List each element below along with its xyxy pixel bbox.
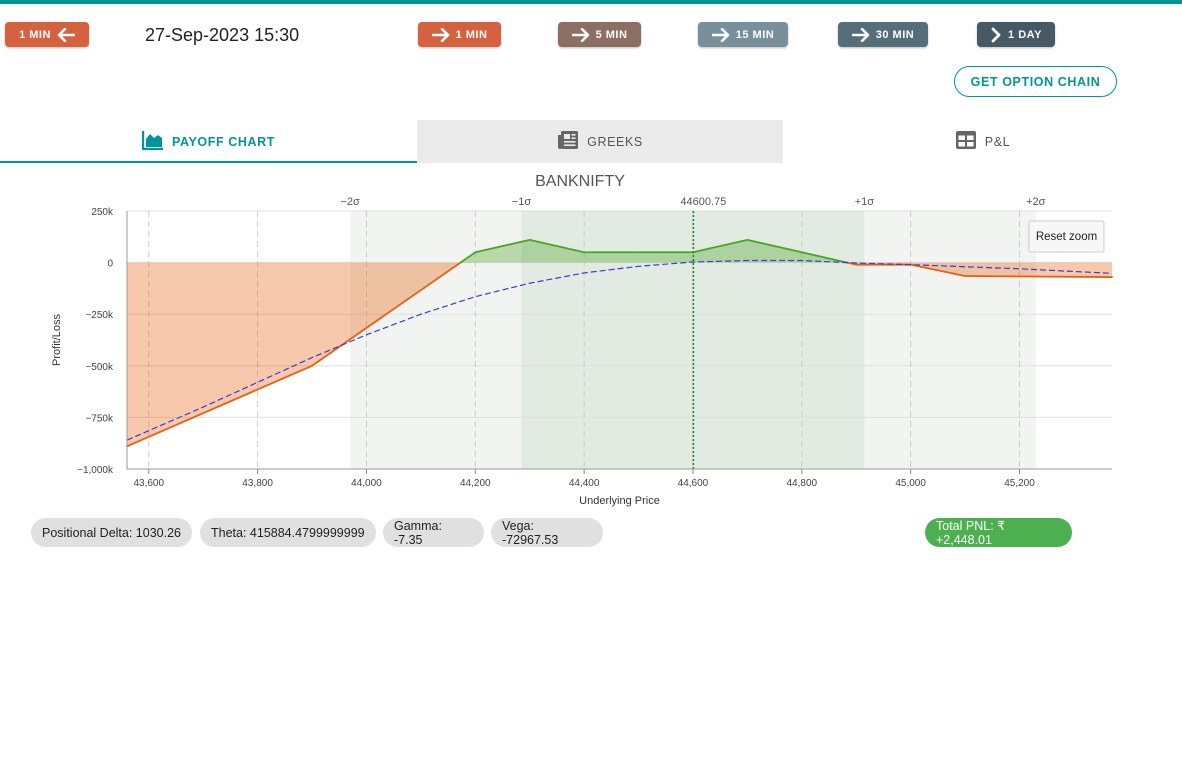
- forward-30min-button[interactable]: 30 MIN: [838, 22, 928, 47]
- sigma-label: +2σ: [1026, 196, 1046, 208]
- forward-5min-button[interactable]: 5 MIN: [558, 22, 641, 47]
- y-tick-label: −750k: [85, 413, 114, 424]
- get-option-chain-button[interactable]: GET OPTION CHAIN: [954, 66, 1117, 97]
- forward-5min-label: 5 MIN: [595, 28, 628, 41]
- tab-greeks[interactable]: GREEKS: [417, 120, 783, 163]
- profit-area: [638, 252, 693, 263]
- vega-chip: Vega: -72967.53: [491, 518, 603, 547]
- x-axis-label: Underlying Price: [579, 495, 660, 507]
- forward-15min-button[interactable]: 15 MIN: [698, 22, 788, 47]
- x-tick-label: 45,000: [895, 478, 926, 489]
- arrow-right-icon: [711, 27, 730, 42]
- x-tick-label: 44,200: [460, 478, 491, 489]
- payoff-line-segment: [964, 275, 1113, 278]
- gamma-chip: Gamma: -7.35: [383, 518, 484, 547]
- table-icon: [955, 130, 977, 153]
- loss-area: [127, 262, 313, 447]
- y-tick-label: −500k: [85, 362, 114, 373]
- positional-delta-chip: Positional Delta: 1030.26: [31, 518, 192, 547]
- theta-chip: Theta: 415884.4799999999: [200, 518, 376, 547]
- chevron-right-icon: [990, 27, 1002, 43]
- y-tick-label: −250k: [85, 310, 114, 321]
- loss-area: [965, 262, 1112, 278]
- reset-zoom-label: Reset zoom: [1036, 231, 1097, 243]
- current-datetime: 27-Sep-2023 15:30: [145, 25, 300, 45]
- sigma-label: −2σ: [340, 196, 360, 208]
- forward-1min-button[interactable]: 1 MIN: [418, 22, 501, 47]
- total-pnl-chip: Total PNL: ₹ +2,448.01: [925, 518, 1072, 547]
- x-tick-label: 44,600: [678, 478, 709, 489]
- arrow-right-icon: [431, 27, 450, 42]
- top-accent-bar: [0, 0, 1182, 4]
- newspaper-icon: [557, 130, 579, 153]
- arrow-left-icon: [57, 27, 75, 42]
- back-1min-label: 1 MIN: [19, 28, 51, 41]
- forward-1min-label: 1 MIN: [455, 28, 488, 41]
- reset-zoom-button[interactable]: Reset zoom: [1028, 220, 1105, 253]
- view-tabs: PAYOFF CHART GREEKS P&L: [0, 120, 1182, 163]
- sigma-label: +1σ: [855, 196, 875, 208]
- x-tick-label: 44,800: [787, 478, 818, 489]
- profit-area: [584, 252, 639, 263]
- payoff-chart[interactable]: 250k 0 −250k −500k −750k −1,000k 43,600 43,800 4…: [0, 165, 1182, 510]
- area-chart-icon: [141, 130, 164, 153]
- y-tick-label: 0: [107, 259, 113, 270]
- arrow-right-icon: [851, 27, 870, 42]
- x-tick-label: 44,400: [569, 478, 600, 489]
- tab-greeks-label: GREEKS: [587, 134, 643, 149]
- tab-pl[interactable]: P&L: [783, 120, 1182, 163]
- y-tick-label: −1,000k: [77, 465, 114, 476]
- forward-30min-label: 30 MIN: [875, 28, 915, 41]
- spot-price-label: 44600.75: [680, 196, 726, 208]
- back-1min-button[interactable]: 1 MIN: [5, 22, 89, 47]
- tab-pl-label: P&L: [984, 134, 1011, 149]
- chart-title: BANKNIFTY: [535, 173, 625, 190]
- y-tick-label: 250k: [91, 207, 114, 218]
- tab-payoff-chart[interactable]: PAYOFF CHART: [0, 120, 417, 163]
- x-tick-label: 45,200: [1004, 478, 1035, 489]
- forward-1day-button[interactable]: 1 DAY: [977, 22, 1055, 47]
- forward-1day-label: 1 DAY: [1008, 28, 1042, 41]
- x-tick-label: 43,800: [242, 478, 273, 489]
- arrow-right-icon: [571, 27, 590, 42]
- x-tick-label: 44,000: [351, 478, 382, 489]
- y-axis-label: Profit/Loss: [51, 314, 63, 366]
- sigma-label: −1σ: [512, 196, 532, 208]
- tab-payoff-label: PAYOFF CHART: [171, 134, 276, 149]
- forward-15min-label: 15 MIN: [735, 28, 775, 41]
- x-tick-label: 43,600: [133, 478, 164, 489]
